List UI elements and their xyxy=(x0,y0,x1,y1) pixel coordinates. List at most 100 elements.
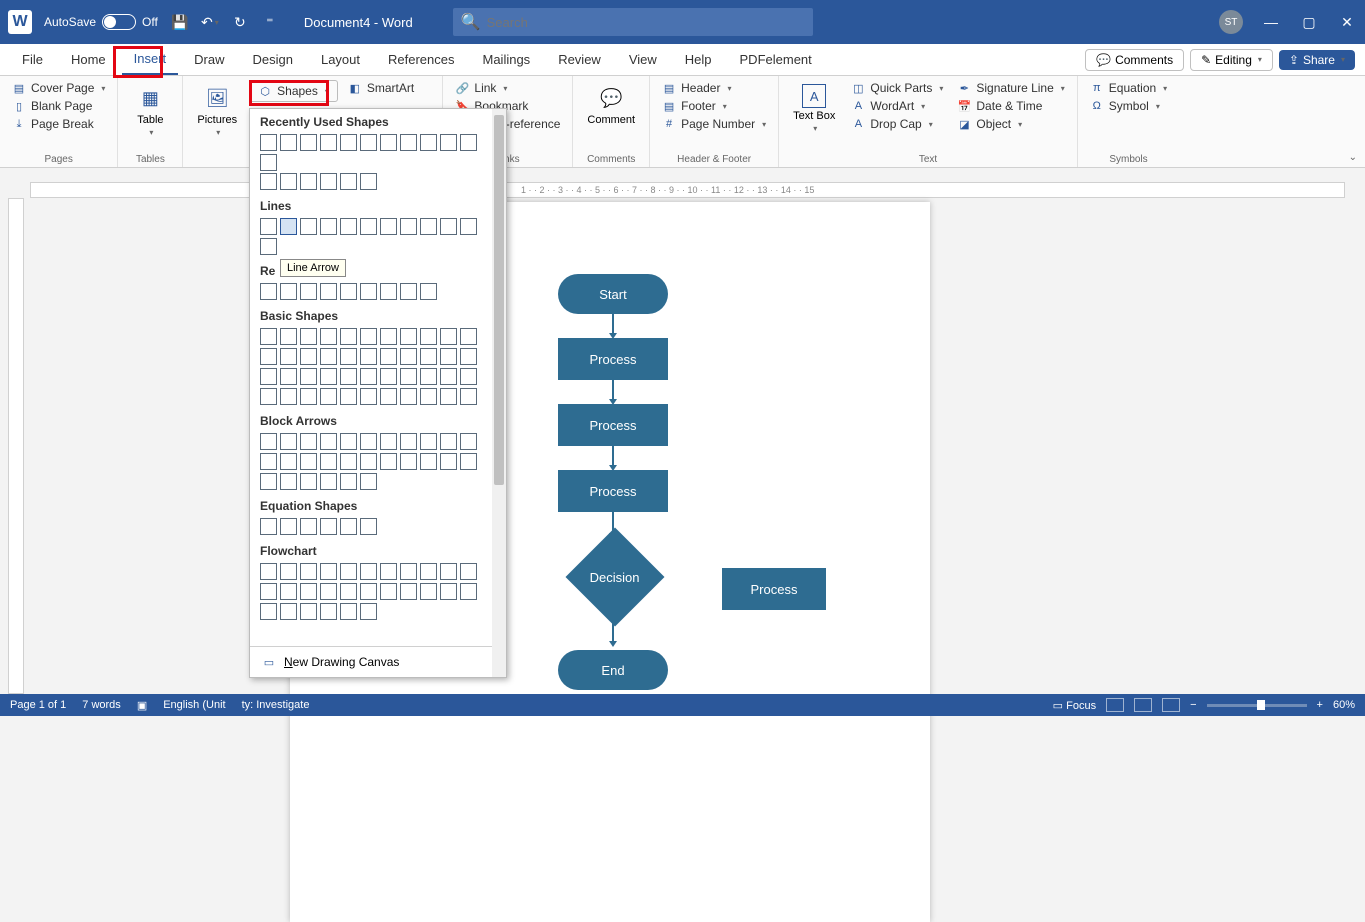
zoom-slider[interactable] xyxy=(1207,704,1307,707)
shape-item[interactable] xyxy=(400,453,417,470)
flowchart-decision[interactable]: Decision xyxy=(566,528,665,627)
shape-item[interactable] xyxy=(320,368,337,385)
shape-item[interactable] xyxy=(460,388,477,405)
shape-item[interactable] xyxy=(340,348,357,365)
shape-item[interactable] xyxy=(380,328,397,345)
shape-item[interactable] xyxy=(280,283,297,300)
shape-item[interactable] xyxy=(420,328,437,345)
comment-button[interactable]: 💬Comment xyxy=(581,80,641,130)
shape-item[interactable] xyxy=(280,583,297,600)
view-print-icon[interactable] xyxy=(1134,698,1152,712)
shape-item[interactable] xyxy=(360,388,377,405)
shape-item[interactable] xyxy=(300,473,317,490)
shape-item[interactable] xyxy=(320,473,337,490)
shape-item[interactable] xyxy=(340,388,357,405)
shape-item[interactable] xyxy=(300,518,317,535)
shape-item[interactable] xyxy=(260,563,277,580)
shape-item[interactable] xyxy=(260,134,277,151)
search-box[interactable]: 🔍 xyxy=(453,8,813,36)
vertical-ruler[interactable] xyxy=(8,198,24,694)
qat-customize-icon[interactable]: ⁼ xyxy=(260,12,280,32)
shape-item[interactable] xyxy=(280,348,297,365)
shape-item[interactable] xyxy=(380,583,397,600)
shape-item[interactable] xyxy=(460,563,477,580)
shape-item[interactable] xyxy=(260,283,277,300)
shape-item[interactable] xyxy=(360,603,377,620)
editing-mode-button[interactable]: ✎Editing▾ xyxy=(1190,49,1273,71)
shape-item[interactable] xyxy=(340,173,357,190)
restore-icon[interactable]: ▢ xyxy=(1299,12,1319,32)
shape-item[interactable] xyxy=(300,388,317,405)
flowchart-process[interactable]: Process xyxy=(558,404,668,446)
share-button[interactable]: ⇪Share▾ xyxy=(1279,50,1355,70)
shape-item[interactable] xyxy=(360,563,377,580)
tab-help[interactable]: Help xyxy=(673,44,724,75)
user-avatar[interactable]: ST xyxy=(1219,10,1243,34)
shape-item[interactable] xyxy=(380,433,397,450)
autosave-toggle[interactable]: AutoSave Off xyxy=(44,14,158,30)
textbox-button[interactable]: AText Box▾ xyxy=(787,80,841,137)
shape-item[interactable] xyxy=(260,603,277,620)
shape-item[interactable] xyxy=(380,453,397,470)
shapes-button[interactable]: ⬡Shapes▾ xyxy=(249,80,338,102)
datetime-button[interactable]: 📅Date & Time xyxy=(953,98,1068,114)
shape-item[interactable] xyxy=(460,583,477,600)
shape-item[interactable] xyxy=(420,134,437,151)
focus-mode[interactable]: ▭ Focus xyxy=(1053,699,1096,712)
flowchart-arrow[interactable] xyxy=(612,620,614,642)
shape-item[interactable] xyxy=(460,328,477,345)
tab-pdfelement[interactable]: PDFelement xyxy=(728,44,824,75)
shape-item[interactable] xyxy=(320,328,337,345)
shape-item[interactable] xyxy=(320,173,337,190)
zoom-level[interactable]: 60% xyxy=(1333,699,1355,711)
shape-item[interactable] xyxy=(280,603,297,620)
shape-item[interactable] xyxy=(380,218,397,235)
shape-item[interactable] xyxy=(280,368,297,385)
shape-item[interactable] xyxy=(340,218,357,235)
shape-item[interactable] xyxy=(260,453,277,470)
shape-item[interactable] xyxy=(260,583,277,600)
shape-item[interactable] xyxy=(400,348,417,365)
save-icon[interactable]: 💾 xyxy=(170,12,190,32)
shape-item[interactable] xyxy=(280,173,297,190)
tab-view[interactable]: View xyxy=(617,44,669,75)
shape-item[interactable] xyxy=(260,348,277,365)
dropcap-button[interactable]: ADrop Cap▾ xyxy=(847,116,947,132)
shape-item[interactable] xyxy=(280,518,297,535)
shape-item[interactable] xyxy=(400,368,417,385)
shape-item[interactable] xyxy=(400,583,417,600)
tab-mailings[interactable]: Mailings xyxy=(471,44,543,75)
shape-item[interactable] xyxy=(420,348,437,365)
shape-item[interactable] xyxy=(460,218,477,235)
shape-item[interactable] xyxy=(440,433,457,450)
shape-item[interactable] xyxy=(260,388,277,405)
shape-item[interactable] xyxy=(300,453,317,470)
flowchart-arrow[interactable] xyxy=(612,446,614,466)
cover-page-button[interactable]: ▤Cover Page▾ xyxy=(8,80,109,96)
shape-item[interactable] xyxy=(260,173,277,190)
flowchart-process[interactable]: Process xyxy=(558,338,668,380)
pictures-button[interactable]: 🖼Pictures▾ xyxy=(191,80,243,141)
shape-item[interactable] xyxy=(360,518,377,535)
shape-item[interactable] xyxy=(400,563,417,580)
shape-item[interactable] xyxy=(340,328,357,345)
shape-item[interactable] xyxy=(420,583,437,600)
shape-item[interactable] xyxy=(360,433,377,450)
view-read-icon[interactable] xyxy=(1106,698,1124,712)
shape-item[interactable] xyxy=(300,134,317,151)
equation-button[interactable]: πEquation▾ xyxy=(1086,80,1171,96)
shape-item[interactable] xyxy=(320,348,337,365)
flowchart-arrow[interactable] xyxy=(612,380,614,400)
shape-item[interactable] xyxy=(340,134,357,151)
smartart-button[interactable]: ◧SmartArt xyxy=(344,80,418,96)
shape-item[interactable] xyxy=(400,283,417,300)
symbol-button[interactable]: ΩSymbol▾ xyxy=(1086,98,1171,114)
signature-line-button[interactable]: ✒Signature Line▾ xyxy=(953,80,1068,96)
new-drawing-canvas[interactable]: ▭ New Drawing Canvas xyxy=(250,646,492,677)
shape-item[interactable] xyxy=(300,283,317,300)
spellcheck-icon[interactable]: ▣ xyxy=(137,699,147,712)
shape-item[interactable] xyxy=(360,218,377,235)
page-number-button[interactable]: #Page Number▾ xyxy=(658,116,770,132)
shape-item[interactable] xyxy=(460,134,477,151)
blank-page-button[interactable]: ▯Blank Page xyxy=(8,98,109,114)
